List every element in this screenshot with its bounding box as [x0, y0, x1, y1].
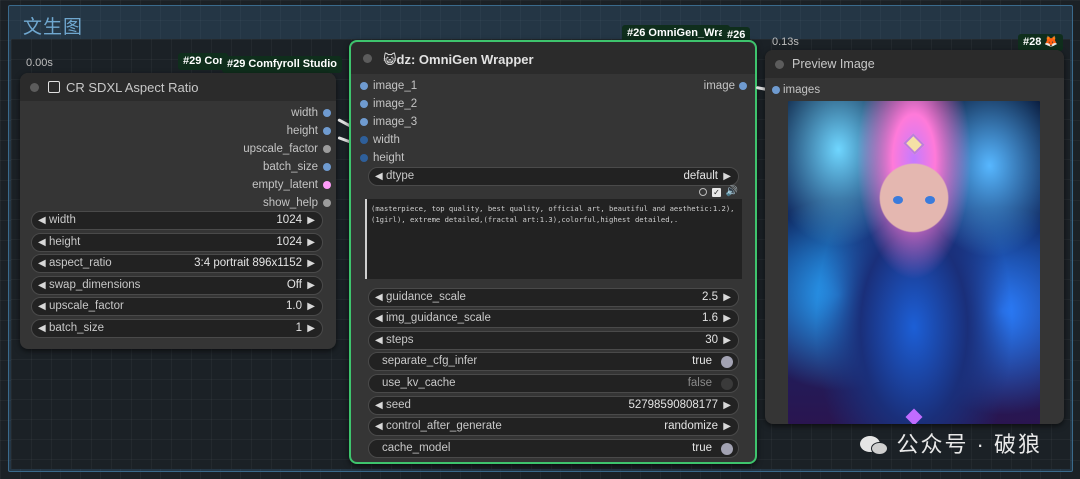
- toggle-knob-on-icon[interactable]: [721, 356, 733, 368]
- node-omnigen-wrapper[interactable]: 😺dz: OmniGen Wrapper image_1 image_2 ima…: [349, 40, 757, 464]
- decrement-arrow-icon[interactable]: ◀: [38, 277, 46, 294]
- output-upscale-factor-port[interactable]: [323, 145, 331, 153]
- increment-arrow-icon[interactable]: ▶: [307, 255, 315, 272]
- widget-img-guidance-scale[interactable]: ◀ img_guidance_scale 1.6 ▶: [368, 309, 739, 328]
- input-images: images: [783, 84, 821, 96]
- increment-arrow-icon[interactable]: ▶: [307, 298, 315, 315]
- output-show-help-port[interactable]: [323, 199, 331, 207]
- node28-title: Preview Image: [792, 57, 875, 71]
- decrement-arrow-icon[interactable]: ◀: [375, 332, 383, 349]
- decrement-arrow-icon[interactable]: ◀: [38, 212, 46, 229]
- collapse-dot-icon[interactable]: [363, 54, 372, 63]
- output-empty-latent-port[interactable]: [323, 181, 331, 189]
- widget-dtype[interactable]: ◀ dtype default ▶: [368, 167, 739, 186]
- output-height: height: [286, 125, 318, 137]
- widget-swap-dimensions[interactable]: ◀ swap_dimensions Off ▶: [31, 276, 323, 295]
- increment-arrow-icon[interactable]: ▶: [307, 277, 315, 294]
- increment-arrow-icon[interactable]: ▶: [307, 234, 315, 251]
- collapse-dot-icon[interactable]: [775, 60, 784, 69]
- brooch-gem-icon: [905, 408, 923, 424]
- widget-control-after-generate[interactable]: ◀ control_after_generate randomize ▶: [368, 417, 739, 436]
- increment-arrow-icon[interactable]: ▶: [723, 397, 731, 414]
- node-preview-image[interactable]: Preview Image images: [765, 50, 1064, 424]
- node-cr-sdxl-aspect-ratio[interactable]: CR SDXL Aspect Ratio width height upscal…: [20, 73, 336, 349]
- decrement-arrow-icon[interactable]: ◀: [375, 310, 383, 327]
- output-height-port[interactable]: [323, 127, 331, 135]
- input-image1: image_1: [373, 80, 418, 92]
- output-width-port[interactable]: [323, 109, 331, 117]
- increment-arrow-icon[interactable]: ▶: [723, 332, 731, 349]
- output-show-help: show_help: [263, 197, 318, 209]
- input-image3: image_3: [373, 116, 418, 128]
- input-images-port[interactable]: [772, 86, 780, 94]
- decrement-arrow-icon[interactable]: ◀: [375, 168, 383, 185]
- prompt-textarea[interactable]: (masterpiece, top quality, best quality,…: [365, 199, 742, 279]
- wechat-icon: [860, 435, 890, 457]
- watermark-text: 公众号 · 破狼: [860, 427, 1042, 459]
- input-image1-port[interactable]: [360, 82, 368, 90]
- output-width: width: [291, 107, 318, 119]
- checkbox-square-icon: [48, 81, 60, 93]
- output-image-port[interactable]: [739, 82, 747, 90]
- decrement-arrow-icon[interactable]: ◀: [38, 255, 46, 272]
- checkbox-checked-icon[interactable]: ✓: [712, 188, 721, 197]
- toggle-use-kv-cache[interactable]: use_kv_cache false: [368, 374, 739, 393]
- decrement-arrow-icon[interactable]: ◀: [38, 234, 46, 251]
- node28-badge: #28 🦊: [1018, 34, 1064, 51]
- tiara-gem-icon: [903, 133, 925, 155]
- node29-header[interactable]: CR SDXL Aspect Ratio: [20, 73, 336, 101]
- node28-header[interactable]: Preview Image: [765, 50, 1064, 78]
- increment-arrow-icon[interactable]: ▶: [307, 212, 315, 229]
- node29-title: CR SDXL Aspect Ratio: [66, 80, 199, 95]
- circle-option-icon[interactable]: [699, 188, 707, 196]
- node29-badge-short: #29 Cor: [178, 53, 229, 70]
- preview-image-anime-girl[interactable]: [788, 101, 1040, 424]
- output-batch-size-port[interactable]: [323, 163, 331, 171]
- input-image3-port[interactable]: [360, 118, 368, 126]
- decrement-arrow-icon[interactable]: ◀: [38, 320, 46, 337]
- toggle-knob-off-icon[interactable]: [721, 378, 733, 390]
- increment-arrow-icon[interactable]: ▶: [723, 168, 731, 185]
- increment-arrow-icon[interactable]: ▶: [723, 289, 731, 306]
- decrement-arrow-icon[interactable]: ◀: [375, 289, 383, 306]
- group-title: 文生图: [23, 17, 84, 38]
- increment-arrow-icon[interactable]: ▶: [307, 320, 315, 337]
- eye-left: [893, 196, 903, 204]
- output-batch-size: batch_size: [263, 161, 318, 173]
- input-image2-port[interactable]: [360, 100, 368, 108]
- input-width: width: [373, 134, 400, 146]
- toggle-knob-on-icon[interactable]: [721, 443, 733, 455]
- node26-title: 😺dz: OmniGen Wrapper: [383, 52, 534, 67]
- increment-arrow-icon[interactable]: ▶: [723, 418, 731, 435]
- input-image2: image_2: [373, 98, 418, 110]
- widget-width[interactable]: ◀ width 1024 ▶: [31, 211, 323, 230]
- node28-exec-time: 0.13s: [772, 36, 799, 48]
- widget-steps[interactable]: ◀ steps 30 ▶: [368, 331, 739, 350]
- input-height-port[interactable]: [360, 154, 368, 162]
- toggle-separate-cfg-infer[interactable]: separate_cfg_infer true: [368, 352, 739, 371]
- increment-arrow-icon[interactable]: ▶: [723, 310, 731, 327]
- node29-badge: #29 Comfyroll Studio: [222, 56, 343, 73]
- node29-exec-time: 0.00s: [26, 57, 53, 69]
- decrement-arrow-icon[interactable]: ◀: [38, 298, 46, 315]
- collapse-dot-icon[interactable]: [30, 83, 39, 92]
- input-height: height: [373, 152, 405, 164]
- node26-header[interactable]: 😺dz: OmniGen Wrapper: [351, 42, 755, 74]
- toggle-cache-model[interactable]: cache_model true: [368, 439, 739, 458]
- widget-aspect-ratio[interactable]: ◀ aspect_ratio 3:4 portrait 896x1152 ▶: [31, 254, 323, 273]
- output-empty-latent: empty_latent: [252, 179, 318, 191]
- widget-upscale-factor[interactable]: ◀ upscale_factor 1.0 ▶: [31, 297, 323, 316]
- output-image: image: [703, 80, 735, 92]
- widget-height[interactable]: ◀ height 1024 ▶: [31, 233, 323, 252]
- speaker-icon[interactable]: 🔊: [726, 186, 738, 197]
- decrement-arrow-icon[interactable]: ◀: [375, 397, 383, 414]
- decrement-arrow-icon[interactable]: ◀: [375, 418, 383, 435]
- widget-guidance-scale[interactable]: ◀ guidance_scale 2.5 ▶: [368, 288, 739, 307]
- output-upscale-factor: upscale_factor: [243, 143, 318, 155]
- widget-seed[interactable]: ◀ seed 52798590808177 ▶: [368, 396, 739, 415]
- widget-batch-size[interactable]: ◀ batch_size 1 ▶: [31, 319, 323, 338]
- input-width-port[interactable]: [360, 136, 368, 144]
- eye-right: [925, 196, 935, 204]
